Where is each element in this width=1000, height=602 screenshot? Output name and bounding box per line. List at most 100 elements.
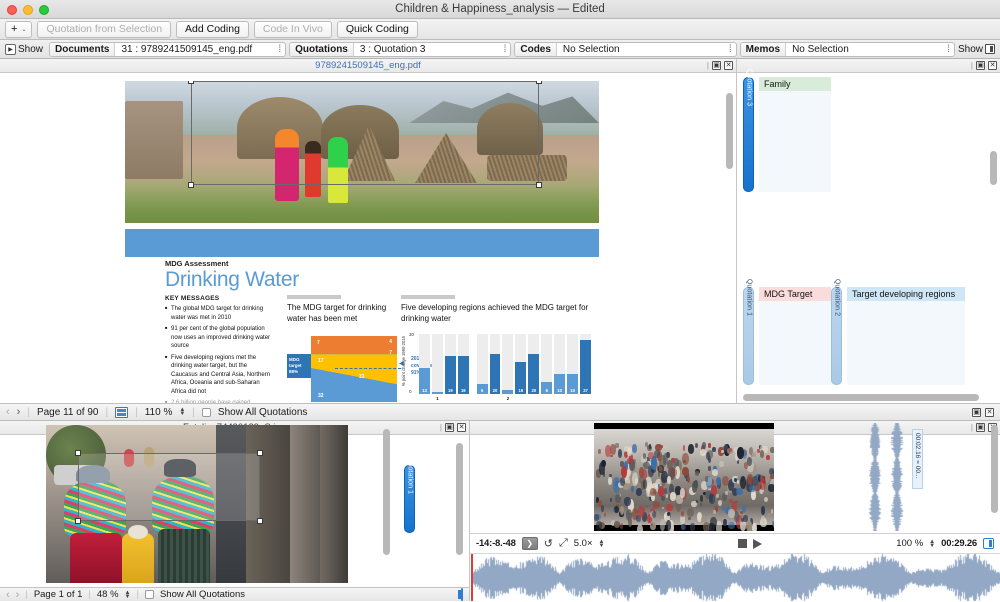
image-quotation-bar-1[interactable]: Quotation 1: [404, 465, 415, 533]
close-window-button[interactable]: [7, 5, 17, 15]
document-pane-controls[interactable]: | ▣ ✕: [707, 61, 733, 70]
image-previous-page-button[interactable]: ‹: [6, 589, 10, 601]
quotation-from-selection-button[interactable]: Quotation from Selection: [37, 21, 171, 38]
split-pane-icon[interactable]: ▣: [712, 61, 721, 70]
close-pane-icon[interactable]: ✕: [985, 408, 994, 417]
show-toggle-right[interactable]: Show: [958, 44, 998, 55]
split-pane-icon[interactable]: ▣: [972, 408, 981, 417]
video-vertical-scrollbar[interactable]: [991, 425, 998, 513]
minimize-window-button[interactable]: [23, 5, 33, 15]
margin-pane-controls[interactable]: | ▣ ✕: [971, 61, 997, 70]
documents-selector[interactable]: Documents 31 : 9789241509145_eng.pdf ⁞: [49, 42, 286, 57]
loop-icon[interactable]: ↺: [544, 537, 553, 550]
playhead-indicator[interactable]: [471, 554, 473, 601]
split-pane-icon[interactable]: ▣: [976, 61, 985, 70]
zoom-stepper[interactable]: ▲▼: [179, 408, 185, 416]
key-message-item: 91 per cent of the global population now…: [165, 325, 273, 351]
split-pane-icon[interactable]: ▣: [445, 423, 454, 432]
chart-bar-value: 2: [502, 396, 513, 401]
chart-bar-value: 20: [490, 388, 501, 393]
previous-page-button[interactable]: ‹: [6, 406, 10, 418]
selector-bar: ▶ Show Documents 31 : 9789241509145_eng.…: [0, 40, 1000, 59]
document-pane-header: 9789241509145_eng.pdf | ▣ ✕: [0, 59, 736, 73]
chart-bar-slot: 6: [541, 334, 552, 394]
video-panel-toggle-icon[interactable]: [983, 538, 994, 549]
image-vertical-scrollbar[interactable]: [383, 429, 390, 555]
selection-handle[interactable]: [188, 81, 194, 84]
chart-bar: 1: [432, 392, 443, 394]
selection-handle[interactable]: [75, 450, 81, 456]
memos-selector[interactable]: Memos No Selection ⁞: [740, 42, 955, 57]
selection-handle[interactable]: [188, 182, 194, 188]
selection-handle[interactable]: [75, 518, 81, 524]
stop-button[interactable]: [738, 539, 747, 548]
quotation-bar-1[interactable]: Quotation 1: [743, 287, 754, 385]
quotation-2-code-column: [847, 287, 965, 385]
code-chip-family[interactable]: Family: [759, 77, 831, 91]
divider: |: [88, 589, 90, 600]
image-panel-toggle-icon[interactable]: [461, 588, 463, 601]
selection-handle[interactable]: [536, 182, 542, 188]
next-page-button[interactable]: ›: [17, 406, 21, 418]
add-button[interactable]: + ⌄: [5, 21, 32, 38]
code-in-vivo-button[interactable]: Code In Vivo: [254, 21, 332, 38]
image-show-all-quotations-label: Show All Quotations: [160, 589, 245, 600]
window-controls[interactable]: [7, 5, 49, 15]
chart-bar-value: 13: [419, 388, 430, 393]
code-chip-mdg-target[interactable]: MDG Target: [759, 287, 831, 301]
fit-page-icon[interactable]: [115, 407, 128, 418]
quotation-bar-2[interactable]: Quotation 2: [831, 287, 842, 385]
video-zoom-stepper[interactable]: ▲▼: [929, 540, 935, 548]
status-right: ▣ ✕: [972, 408, 994, 417]
show-all-quotations-checkbox[interactable]: [202, 408, 211, 417]
quotations-selector[interactable]: Quotations 3 : Quotation 3 ⁞: [289, 42, 511, 57]
close-pane-icon[interactable]: ✕: [724, 61, 733, 70]
chart-bar-slot: 13: [419, 334, 430, 394]
divider: |: [135, 407, 138, 418]
memos-value-wrap[interactable]: No Selection ⁞: [786, 44, 954, 55]
margin-horizontal-scrollbar[interactable]: [743, 394, 979, 401]
document-scroll-area[interactable]: MDG Assessment Drinking Water KEY MESSAG…: [0, 73, 736, 403]
image-show-all-quotations-checkbox[interactable]: [145, 590, 154, 599]
video-waveform-track[interactable]: [470, 553, 1000, 601]
selection-handle[interactable]: [536, 81, 542, 84]
selection-handle[interactable]: [257, 450, 263, 456]
chart-y-axis-label: % point change 1990-2015: [401, 336, 406, 386]
image-margin-scrollbar[interactable]: [456, 443, 463, 555]
image-canvas[interactable]: [6, 425, 391, 583]
document-vertical-scrollbar[interactable]: [726, 93, 733, 169]
step-forward-button[interactable]: ❯: [522, 537, 538, 550]
code-chip-target-developing-regions[interactable]: Target developing regions: [847, 287, 965, 301]
selection-handle[interactable]: [257, 518, 263, 524]
chart-bar-value: 16: [515, 388, 526, 393]
close-pane-icon[interactable]: ✕: [457, 423, 466, 432]
chart-bar-value: 5: [477, 388, 488, 393]
main-area: 9789241509145_eng.pdf | ▣ ✕: [0, 59, 1000, 403]
quotations-value-wrap[interactable]: 3 : Quotation 3 ⁞: [354, 44, 510, 55]
video-speed-stepper[interactable]: ▲▼: [599, 540, 605, 548]
expand-icon[interactable]: ⤢: [559, 537, 568, 550]
documents-value-wrap[interactable]: 31 : 9789241509145_eng.pdf ⁞: [115, 44, 285, 55]
play-button[interactable]: [753, 539, 762, 549]
pdf-selection-rectangle[interactable]: [191, 81, 539, 185]
video-canvas[interactable]: 00:02.16 = 00...: [470, 421, 1000, 533]
codes-value-wrap[interactable]: No Selection ⁞: [557, 44, 736, 55]
image-pane-controls[interactable]: | ▣ ✕: [440, 423, 466, 432]
image-next-page-button[interactable]: ›: [16, 589, 20, 601]
codes-selector[interactable]: Codes No Selection ⁞: [514, 42, 736, 57]
chart-bar: 5: [477, 384, 488, 394]
show-toggle-left[interactable]: ▶ Show: [2, 44, 46, 55]
image-selection-rectangle[interactable]: [78, 453, 260, 521]
image-zoom-stepper[interactable]: ▲▼: [125, 591, 131, 599]
margin-vertical-scrollbar[interactable]: [990, 151, 997, 185]
bottom-area: Fotolia_74490139_S.jpg | ▣ ✕: [0, 421, 1000, 601]
chart-y-tick-max: 30: [409, 332, 414, 337]
close-pane-icon[interactable]: ✕: [988, 61, 997, 70]
chart-bar-slot: 2: [502, 334, 513, 394]
quick-coding-button[interactable]: Quick Coding: [337, 21, 418, 38]
quotation-bar-3[interactable]: Quotation 3: [743, 77, 754, 192]
chart-bar-value: 19: [445, 388, 456, 393]
video-timespan-label: 00:02.16 = 00...: [912, 429, 923, 489]
add-coding-button[interactable]: Add Coding: [176, 21, 249, 38]
maximize-window-button[interactable]: [39, 5, 49, 15]
